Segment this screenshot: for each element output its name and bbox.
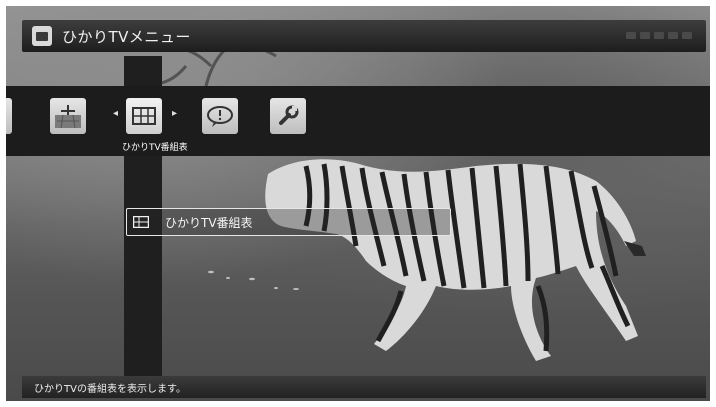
page-title: ひかりTVメニュー <box>62 27 191 46</box>
decoration-dot <box>668 32 678 39</box>
menu-item-document[interactable] <box>6 98 12 134</box>
submenu-item-program-guide[interactable]: ひかりTV番組表 <box>126 208 451 236</box>
title-decoration <box>626 32 692 39</box>
selected-item-label: ひかりTV番組表 <box>122 143 188 153</box>
tv-antenna-icon <box>55 105 81 129</box>
arrow-right-icon[interactable]: ▸ <box>172 108 177 119</box>
zebra-figure <box>265 159 646 361</box>
arrow-left-icon[interactable]: ◂ <box>113 108 118 119</box>
zebra-background-image <box>145 34 646 361</box>
menu-item-settings[interactable] <box>270 98 306 134</box>
info-speech-icon <box>207 106 233 127</box>
decoration-dot <box>640 32 650 39</box>
decoration-dot <box>626 32 636 39</box>
program-guide-icon <box>133 216 149 228</box>
title-bar: ひかりTVメニュー <box>22 20 706 52</box>
submenu-item-label: ひかりTV番組表 <box>165 215 253 230</box>
menu-item-program-guide[interactable] <box>126 98 162 134</box>
decoration-dot <box>682 32 692 39</box>
menu-bar: ◂ ▸ ひかりTV番組表 <box>6 86 710 156</box>
program-guide-icon <box>132 107 156 125</box>
wrench-icon <box>279 105 299 125</box>
status-text: ひかりTVの番組表を表示します。 <box>34 383 186 395</box>
tv-screen: ひかりTVメニュー ◂ ▸ ひかりTV番組表 ひかりTV番組表 ひかりTVの番組… <box>6 6 710 401</box>
status-bar: ひかりTVの番組表を表示します。 <box>22 376 706 398</box>
menu-item-info[interactable] <box>202 98 238 134</box>
menu-item-tv[interactable] <box>50 98 86 134</box>
decoration-dot <box>654 32 664 39</box>
tv-menu-icon <box>32 26 52 46</box>
